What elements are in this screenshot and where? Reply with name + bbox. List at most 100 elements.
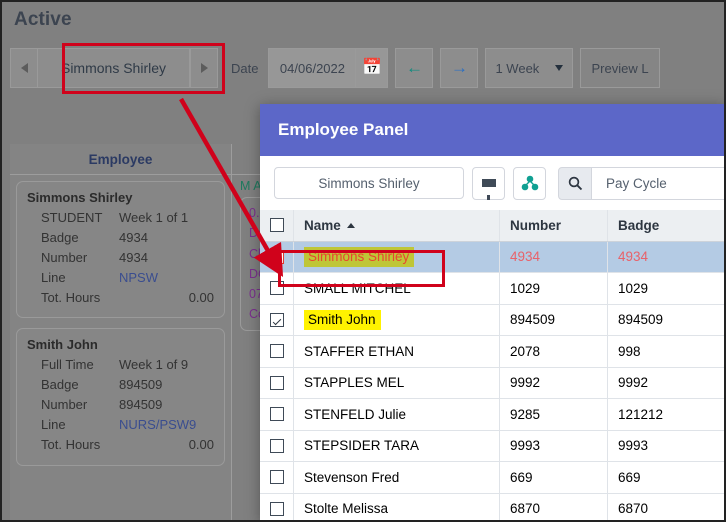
row-badge: 121212 [618, 406, 664, 422]
row-number: 2078 [500, 336, 608, 367]
line-value[interactable]: NPSW [119, 268, 158, 288]
row-badge: 1029 [618, 280, 649, 296]
employee-card-total-row: Tot. Hours 0.00 [27, 288, 214, 308]
employee-card[interactable]: Smith John Full Time Week 1 of 9 Badge 8… [16, 328, 225, 466]
row-name: STENFELD Julie [294, 399, 500, 430]
number-value: 894509 [119, 397, 163, 413]
pay-cycle-input[interactable]: Pay Cycle [592, 166, 724, 200]
line-value[interactable]: NURS/PSW9 [119, 415, 196, 435]
sort-ascending-icon [346, 222, 355, 228]
row-checkbox[interactable] [260, 399, 294, 430]
table-row[interactable]: STENFELD Julie 9285 121212 [260, 399, 724, 431]
triangle-left-icon [20, 63, 28, 73]
table-row[interactable]: STAFFER ETHAN 2078 998 [260, 336, 724, 368]
schedule-toolbar: Simmons Shirley Date 04/06/2022 📅 ← → 1 … [10, 48, 660, 88]
filter-funnel-icon[interactable] [472, 166, 505, 200]
row-checkbox[interactable] [260, 336, 294, 367]
table-row[interactable]: SMALL MITCHEL 1029 1029 [260, 273, 724, 305]
row-name: Smith John [294, 304, 500, 335]
row-number: 894509 [500, 304, 608, 335]
number-label: Number [41, 397, 88, 413]
employee-column: Employee Simmons Shirley STUDENT Week 1 … [10, 144, 232, 520]
employee-selector-group: Simmons Shirley [10, 48, 218, 88]
row-name: STEPSIDER TARA [294, 430, 500, 461]
checkbox-icon [269, 344, 284, 359]
line-label: Line [41, 417, 66, 432]
checkbox-icon [269, 438, 284, 453]
row-checkbox[interactable] [260, 493, 294, 520]
row-number: 9993 [500, 430, 608, 461]
dialog-toolbar: Simmons Shirley Pay Cycle [260, 156, 724, 210]
column-header-name[interactable]: Name [294, 210, 500, 241]
employee-card-name: Smith John [27, 337, 98, 353]
select-all-checkbox[interactable] [260, 210, 294, 241]
range-select[interactable]: 1 Week [485, 48, 574, 88]
table-row[interactable]: Simmons Shirley 4934 4934 [260, 241, 724, 273]
previous-period-button[interactable]: ← [395, 48, 434, 88]
row-badge: 4934 [618, 249, 649, 265]
row-checkbox[interactable] [260, 304, 294, 335]
badge-label: Badge [41, 229, 79, 245]
row-badge: 998 [618, 343, 641, 359]
row-badge: 9992 [618, 375, 649, 391]
employee-card[interactable]: Simmons Shirley STUDENT Week 1 of 1 Badg… [16, 181, 225, 319]
row-checkbox[interactable] [260, 241, 294, 272]
checkbox-icon [269, 470, 284, 485]
row-checkbox[interactable] [260, 273, 294, 304]
row-badge: 669 [618, 469, 641, 485]
employee-type: Full Time [41, 357, 94, 373]
total-hours-label: Tot. Hours [41, 436, 101, 452]
row-badge: 9993 [618, 438, 649, 454]
row-name-label: Simmons Shirley [304, 246, 415, 267]
table-row[interactable]: Stolte Melissa 6870 6870 [260, 493, 724, 520]
row-name: Stevenson Fred [294, 462, 500, 493]
row-name: SMALL MITCHEL [294, 273, 500, 304]
badge-label: Badge [41, 377, 79, 393]
checkbox-icon [269, 281, 284, 296]
employee-card-line-row: Line NPSW [27, 268, 214, 288]
table-row[interactable]: STAPPLES MEL 9992 9992 [260, 367, 724, 399]
row-name-label: Smith John [304, 309, 381, 330]
line-label: Line [41, 269, 66, 285]
employee-search-input[interactable]: Simmons Shirley [274, 167, 464, 199]
row-number: 4934 [500, 241, 608, 272]
next-period-button[interactable]: → [440, 48, 479, 88]
date-input[interactable]: 04/06/2022 [268, 48, 357, 88]
row-checkbox[interactable] [260, 462, 294, 493]
group-nodes-icon[interactable] [513, 166, 546, 200]
row-badge: 894509 [618, 312, 664, 328]
employee-card-total-row: Tot. Hours 0.00 [27, 435, 214, 455]
date-label: Date [231, 60, 259, 76]
range-select-value: 1 Week [495, 60, 540, 76]
employee-card-badge-row: Badge 4934 [27, 228, 214, 248]
app-screenshot: Active Simmons Shirley Date 04/06/2022 📅 [0, 0, 726, 522]
search-icon[interactable] [558, 166, 592, 200]
row-checkbox[interactable] [260, 367, 294, 398]
checkbox-checked-icon [269, 312, 284, 327]
table-row[interactable]: Stevenson Fred 669 669 [260, 462, 724, 494]
table-row[interactable]: STEPSIDER TARA 9993 9993 [260, 430, 724, 462]
table-row[interactable]: Smith John 894509 894509 [260, 304, 724, 336]
row-name: STAPPLES MEL [294, 367, 500, 398]
preview-button[interactable]: Preview L [580, 48, 660, 88]
employee-card-badge-row: Badge 894509 [27, 375, 214, 395]
previous-employee-button[interactable] [10, 48, 38, 88]
row-number: 1029 [500, 273, 608, 304]
number-value: 4934 [119, 249, 148, 265]
checkbox-icon [269, 501, 284, 516]
column-header-badge[interactable]: Badge [608, 210, 724, 241]
employee-card-line-row: Line NURS/PSW9 [27, 415, 214, 435]
dialog-header: Employee Panel [260, 104, 724, 156]
employee-name-field[interactable]: Simmons Shirley [38, 48, 190, 88]
next-employee-button[interactable] [190, 48, 218, 88]
row-name: Stolte Melissa [294, 493, 500, 520]
total-hours-value: 0.00 [188, 289, 214, 305]
column-header-number[interactable]: Number [500, 210, 608, 241]
calendar-icon[interactable]: 📅 [356, 48, 389, 88]
triangle-right-icon [200, 63, 208, 73]
checkbox-icon [269, 218, 284, 233]
pay-cycle-search-group: Pay Cycle [558, 166, 724, 200]
page-title: Active [14, 9, 72, 30]
row-checkbox[interactable] [260, 430, 294, 461]
